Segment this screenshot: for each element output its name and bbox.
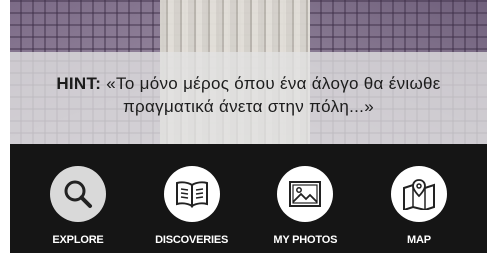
magnifier-icon [64,180,92,208]
nav-item-discoveries[interactable]: DISCOVERIES [136,144,248,253]
my-photos-button[interactable] [277,166,334,222]
hint-body: «Το μόνο μέρος όπου ένα άλογο θα ένιωθε … [106,74,441,116]
discoveries-button[interactable] [163,166,220,222]
bottom-nav: EXPLORE DISCOVERIES MY PHOTOS MAP [10,144,487,253]
nav-label-map: MAP [407,234,431,246]
nav-item-explore[interactable]: EXPLORE [22,144,134,253]
hint-text: HINT: «Το μόνο μέρος όπου ένα άλογο θα έ… [10,72,487,118]
map-pin-icon [402,179,435,210]
app-screen: HINT: «Το μόνο μέρος όπου ένα άλογο θα έ… [10,0,487,253]
open-book-icon [175,181,208,208]
nav-item-my-photos[interactable]: MY PHOTOS [249,144,361,253]
nav-item-map[interactable]: MAP [363,144,475,253]
hint-label: HINT: [56,74,102,93]
nav-label-explore: EXPLORE [52,234,104,246]
nav-label-my-photos: MY PHOTOS [273,234,338,246]
map-button[interactable] [390,166,447,222]
explore-button[interactable] [50,166,106,222]
photo-icon [289,181,322,207]
nav-label-discoveries: DISCOVERIES [155,234,229,246]
hint-photo: HINT: «Το μόνο μέρος όπου ένα άλογο θα έ… [10,0,487,144]
